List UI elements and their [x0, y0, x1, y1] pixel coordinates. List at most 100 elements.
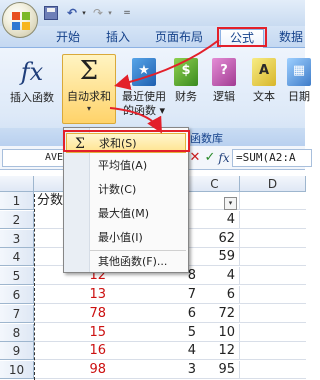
tab-data[interactable]: 数据: [276, 29, 306, 48]
cell-a[interactable]: 13: [34, 286, 110, 304]
cell-a[interactable]: 16: [34, 342, 110, 361]
row-header[interactable]: 9: [0, 342, 34, 361]
text-functions-button[interactable]: A 文本: [248, 56, 280, 104]
logical-label: 逻辑: [213, 90, 235, 103]
sum-item-highlight: [63, 130, 190, 152]
menu-item-max-label: 最大值(M): [98, 207, 150, 220]
cell-b[interactable]: 5: [110, 324, 200, 342]
menu-item-min-label: 最小值(I): [98, 231, 143, 244]
select-all-corner[interactable]: [0, 176, 34, 192]
book-calendar-icon: ▦: [287, 58, 311, 86]
cancel-icon[interactable]: ✕: [188, 149, 202, 167]
tab-page-layout[interactable]: 页面布局: [148, 29, 210, 48]
row-header[interactable]: 6: [0, 286, 34, 304]
menu-item-min[interactable]: 最小值(I): [66, 228, 186, 248]
menu-item-max[interactable]: 最大值(M): [66, 204, 186, 224]
formulas-tab-highlight: [217, 27, 267, 47]
undo-icon[interactable]: ↶: [66, 5, 78, 21]
recently-used-button[interactable]: ★ 最近使用 的函数 ▾: [118, 56, 170, 118]
tab-insert[interactable]: 插入: [100, 29, 136, 48]
menu-item-average[interactable]: 平均值(A): [66, 156, 186, 176]
cell-c[interactable]: 62: [200, 229, 240, 248]
cell-c[interactable]: 4: [200, 267, 240, 286]
menu-item-more-functions[interactable]: 其他函数(F)...: [66, 252, 186, 272]
cell-b[interactable]: 4: [110, 342, 200, 361]
column-header-c[interactable]: C: [190, 176, 240, 192]
cell-b[interactable]: 6: [110, 305, 200, 323]
name-box[interactable]: AVE: [2, 149, 72, 167]
cell-c[interactable]: 72: [200, 304, 240, 323]
redo-dropdown-icon[interactable]: ▾: [106, 5, 114, 21]
cell-a[interactable]: 15: [34, 324, 110, 342]
menu-separator: [90, 250, 186, 251]
book-text-icon: A: [252, 58, 276, 86]
cell-d[interactable]: [240, 286, 306, 304]
row-header[interactable]: 8: [0, 323, 34, 342]
office-logo-icon: [12, 12, 30, 30]
title-bar: ↶ ▾ ↷ ▾ =: [0, 0, 305, 38]
formula-input[interactable]: =SUM(A2:A: [232, 149, 312, 167]
book-question-icon: ?: [212, 58, 236, 86]
menu-item-average-label: 平均值(A): [98, 159, 148, 172]
sigma-icon: Σ: [79, 56, 99, 86]
text-functions-label: 文本: [253, 90, 275, 103]
recent-label-line2: 的函数 ▾: [122, 104, 166, 117]
book-star-icon: ★: [132, 58, 156, 86]
selection-marquee: [34, 194, 35, 380]
cell-d[interactable]: [240, 305, 306, 323]
office-button[interactable]: [2, 2, 38, 38]
cell-c[interactable]: 59: [200, 248, 240, 267]
cell-d[interactable]: [240, 192, 306, 210]
cell-c[interactable]: 10: [200, 323, 240, 342]
column-header-d[interactable]: D: [240, 176, 306, 192]
logical-button[interactable]: ? 逻辑: [208, 56, 240, 104]
row-header[interactable]: 2: [0, 210, 34, 229]
redo-icon[interactable]: ↷: [92, 5, 104, 21]
autosum-button[interactable]: Σ 自动求和 ▾: [62, 54, 116, 124]
row-header[interactable]: 10: [0, 361, 34, 380]
cell-d[interactable]: [240, 211, 306, 229]
cell-d[interactable]: [240, 342, 306, 361]
menu-item-count[interactable]: 计数(C): [66, 180, 186, 200]
cell-d[interactable]: [240, 361, 306, 380]
function-library-label: 函数库: [190, 132, 223, 145]
date-time-label: 日期: [288, 90, 310, 103]
undo-dropdown-icon[interactable]: ▾: [80, 5, 88, 21]
row-header[interactable]: 5: [0, 267, 34, 286]
cell-d[interactable]: [240, 324, 306, 342]
save-icon[interactable]: [44, 6, 58, 20]
row-header[interactable]: 3: [0, 229, 34, 248]
cell-a1[interactable]: 分数: [37, 192, 63, 210]
customize-quick-access-icon[interactable]: =: [122, 5, 132, 21]
cell-d[interactable]: [240, 248, 306, 267]
cell-c[interactable]: 95: [200, 361, 240, 380]
cell-b[interactable]: 7: [110, 286, 200, 304]
filter-dropdown-icon[interactable]: ▾: [224, 197, 237, 210]
cell-d[interactable]: [240, 267, 306, 286]
insert-function-label: 插入函数: [10, 91, 54, 104]
autosum-dropdown-icon[interactable]: ▾: [63, 104, 115, 113]
row-header[interactable]: 1: [0, 192, 34, 210]
menu-item-count-label: 计数(C): [98, 183, 137, 196]
fx-icon: fx: [20, 58, 44, 86]
insert-function-button[interactable]: fx 插入函数: [4, 56, 60, 105]
cell-c[interactable]: 12: [200, 342, 240, 361]
recent-label-line1: 最近使用: [122, 90, 166, 103]
tab-home[interactable]: 开始: [50, 29, 86, 48]
autosum-label: 自动求和: [67, 90, 111, 103]
date-time-button[interactable]: ▦ 日期: [284, 56, 314, 104]
menu-item-more-functions-label: 其他函数(F)...: [98, 255, 168, 268]
cell-a[interactable]: 98: [34, 361, 110, 380]
row-header[interactable]: 4: [0, 248, 34, 267]
cell-b[interactable]: 3: [110, 361, 200, 380]
book-money-icon: $: [174, 58, 198, 86]
formula-fx-icon[interactable]: fx: [216, 149, 232, 167]
financial-label: 财务: [175, 90, 197, 103]
row-header[interactable]: 7: [0, 304, 34, 323]
cell-c[interactable]: 4: [200, 210, 240, 229]
cell-a[interactable]: 78: [34, 305, 110, 323]
cell-c[interactable]: 6: [200, 286, 240, 304]
enter-icon[interactable]: ✓: [204, 149, 216, 167]
financial-button[interactable]: $ 财务: [170, 56, 202, 104]
cell-d[interactable]: [240, 230, 306, 248]
